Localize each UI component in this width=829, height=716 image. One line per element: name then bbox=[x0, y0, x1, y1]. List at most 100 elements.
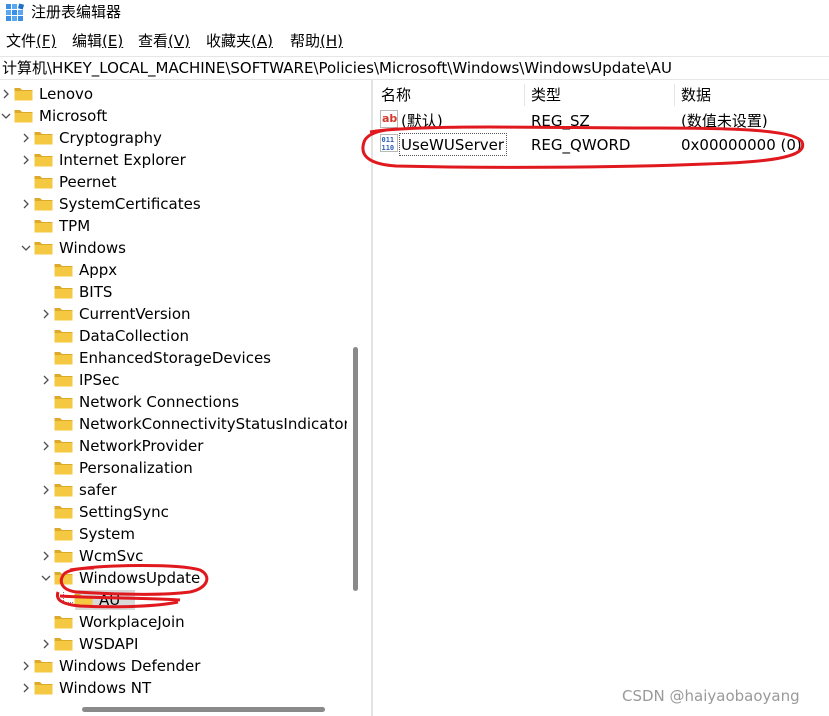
chevron-right-icon[interactable] bbox=[0, 87, 13, 101]
tree-node-label: NetworkProvider bbox=[79, 437, 204, 455]
folder-icon bbox=[54, 440, 73, 453]
chevron-down-icon[interactable] bbox=[39, 571, 53, 585]
tree-node-label: BITS bbox=[79, 283, 113, 301]
tree-node-label: Personalization bbox=[79, 459, 193, 477]
tree-node-selected[interactable]: AU bbox=[0, 589, 347, 611]
tree-node[interactable]: safer bbox=[0, 479, 347, 501]
menu-item[interactable]: 收藏夹(A) bbox=[206, 32, 273, 50]
key-tree[interactable]: Lenovo Microsoft Cryptography Internet Expl… bbox=[0, 80, 347, 707]
tree-node[interactable]: SettingSync bbox=[0, 501, 347, 523]
tree-node[interactable]: SystemCertificates bbox=[0, 193, 347, 215]
chevron-right-icon[interactable] bbox=[39, 637, 53, 651]
tree-node[interactable]: IPSec bbox=[0, 369, 347, 391]
tree-node[interactable]: Windows Defender bbox=[0, 655, 347, 677]
value-list[interactable]: 名称 类型 数据 ab (默认) REG_SZ (数值未设置) 011 110 … bbox=[374, 80, 829, 716]
tree-node-label: DataCollection bbox=[79, 327, 190, 345]
folder-open-icon bbox=[54, 572, 73, 585]
tree-node-label: CurrentVersion bbox=[79, 305, 191, 323]
menu-item[interactable]: 查看(V) bbox=[138, 32, 190, 50]
folder-icon bbox=[54, 330, 73, 343]
tree-node[interactable]: DataCollection bbox=[0, 325, 347, 347]
menu-item-label: 帮助 bbox=[290, 32, 321, 50]
tree-node-label: SettingSync bbox=[79, 503, 169, 521]
chevron-right-icon[interactable] bbox=[39, 483, 53, 497]
tree-node[interactable]: TPM bbox=[0, 215, 347, 237]
svg-text:110: 110 bbox=[382, 144, 395, 152]
folder-icon bbox=[54, 396, 73, 409]
pane-splitter[interactable] bbox=[371, 80, 373, 716]
tree-node[interactable]: CurrentVersion bbox=[0, 303, 347, 325]
tree-node[interactable]: Peernet bbox=[0, 171, 347, 193]
tree-node[interactable]: Network Connections bbox=[0, 391, 347, 413]
tree-node[interactable]: Appx bbox=[0, 259, 347, 281]
tree-node[interactable]: Windows bbox=[0, 237, 347, 259]
menu-item-label: 文件 bbox=[6, 32, 37, 50]
chevron-right-icon[interactable] bbox=[39, 373, 53, 387]
tree-node[interactable]: NetworkProvider bbox=[0, 435, 347, 457]
menu-item-accelerator: (V) bbox=[168, 32, 190, 50]
tree-horizontal-scroll-thumb[interactable] bbox=[82, 707, 325, 712]
tree-node-label: safer bbox=[79, 481, 117, 499]
folder-icon bbox=[34, 660, 53, 673]
menu-item[interactable]: 编辑(E) bbox=[72, 32, 123, 50]
binary-value-icon: 011 110 bbox=[380, 134, 398, 152]
tree-node[interactable]: EnhancedStorageDevices bbox=[0, 347, 347, 369]
tree-node-label: WSDAPI bbox=[79, 635, 139, 653]
folder-icon bbox=[34, 132, 53, 145]
folder-icon bbox=[74, 594, 93, 607]
tree-node[interactable]: WcmSvc bbox=[0, 545, 347, 567]
menu-item[interactable]: 帮助(H) bbox=[290, 32, 343, 50]
chevron-right-icon[interactable] bbox=[39, 439, 53, 453]
tree-node[interactable]: Lenovo bbox=[0, 83, 347, 105]
chevron-right-icon[interactable] bbox=[19, 131, 33, 145]
tree-node[interactable]: NetworkConnectivityStatusIndicator bbox=[0, 413, 347, 435]
tree-node-label: Windows bbox=[59, 239, 126, 257]
tree-node[interactable]: WSDAPI bbox=[0, 633, 347, 655]
tree-node[interactable]: Windows NT bbox=[0, 677, 347, 699]
folder-icon bbox=[54, 286, 73, 299]
menu-item-label: 查看 bbox=[138, 32, 169, 50]
tree-node[interactable]: Internet Explorer bbox=[0, 149, 347, 171]
folder-icon bbox=[54, 484, 73, 497]
tree-connector bbox=[63, 592, 73, 603]
tree-vertical-scrollbar[interactable] bbox=[347, 80, 363, 707]
tree-node[interactable]: WorkplaceJoin bbox=[0, 611, 347, 633]
chevron-right-icon[interactable] bbox=[19, 659, 33, 673]
folder-icon bbox=[54, 638, 73, 651]
address-bar[interactable]: 计算机\HKEY_LOCAL_MACHINE\SOFTWARE\Policies… bbox=[0, 56, 829, 80]
menu-item-accelerator: (A) bbox=[251, 32, 273, 50]
tree-node[interactable]: Microsoft bbox=[0, 105, 347, 127]
folder-open-icon bbox=[34, 242, 53, 255]
svg-text:011: 011 bbox=[382, 136, 395, 144]
column-header-name[interactable]: 名称 bbox=[381, 86, 411, 104]
column-header-type[interactable]: 类型 bbox=[531, 86, 561, 104]
folder-icon bbox=[54, 506, 73, 519]
tree-node[interactable]: BITS bbox=[0, 281, 347, 303]
chevron-right-icon[interactable] bbox=[19, 197, 33, 211]
string-value-icon: ab bbox=[380, 110, 398, 128]
folder-open-icon bbox=[14, 110, 33, 123]
tree-node-label: Windows Defender bbox=[59, 657, 201, 675]
value-type: REG_QWORD bbox=[531, 136, 631, 154]
tree-node[interactable]: Personalization bbox=[0, 457, 347, 479]
tree-node-label: Internet Explorer bbox=[59, 151, 186, 169]
column-header-data[interactable]: 数据 bbox=[681, 86, 711, 104]
chevron-right-icon[interactable] bbox=[39, 549, 53, 563]
chevron-down-icon[interactable] bbox=[0, 109, 13, 123]
tree-node[interactable]: Cryptography bbox=[0, 127, 347, 149]
tree-node[interactable]: System bbox=[0, 523, 347, 545]
folder-icon bbox=[54, 264, 73, 277]
chevron-down-icon[interactable] bbox=[19, 241, 33, 255]
column-divider[interactable] bbox=[674, 84, 675, 106]
chevron-right-icon[interactable] bbox=[39, 307, 53, 321]
column-divider[interactable] bbox=[524, 84, 525, 106]
tree-node-label: Lenovo bbox=[39, 85, 94, 103]
tree-horizontal-scrollbar[interactable] bbox=[0, 700, 347, 716]
chevron-right-icon[interactable] bbox=[19, 681, 33, 695]
tree-vertical-scroll-thumb[interactable] bbox=[353, 347, 358, 591]
menu-item[interactable]: 文件(F) bbox=[6, 32, 56, 50]
address-path[interactable]: 计算机\HKEY_LOCAL_MACHINE\SOFTWARE\Policies… bbox=[2, 59, 672, 77]
tree-node[interactable]: WindowsUpdate bbox=[0, 567, 347, 589]
menu-item-accelerator: (H) bbox=[320, 32, 343, 50]
chevron-right-icon[interactable] bbox=[19, 153, 33, 167]
